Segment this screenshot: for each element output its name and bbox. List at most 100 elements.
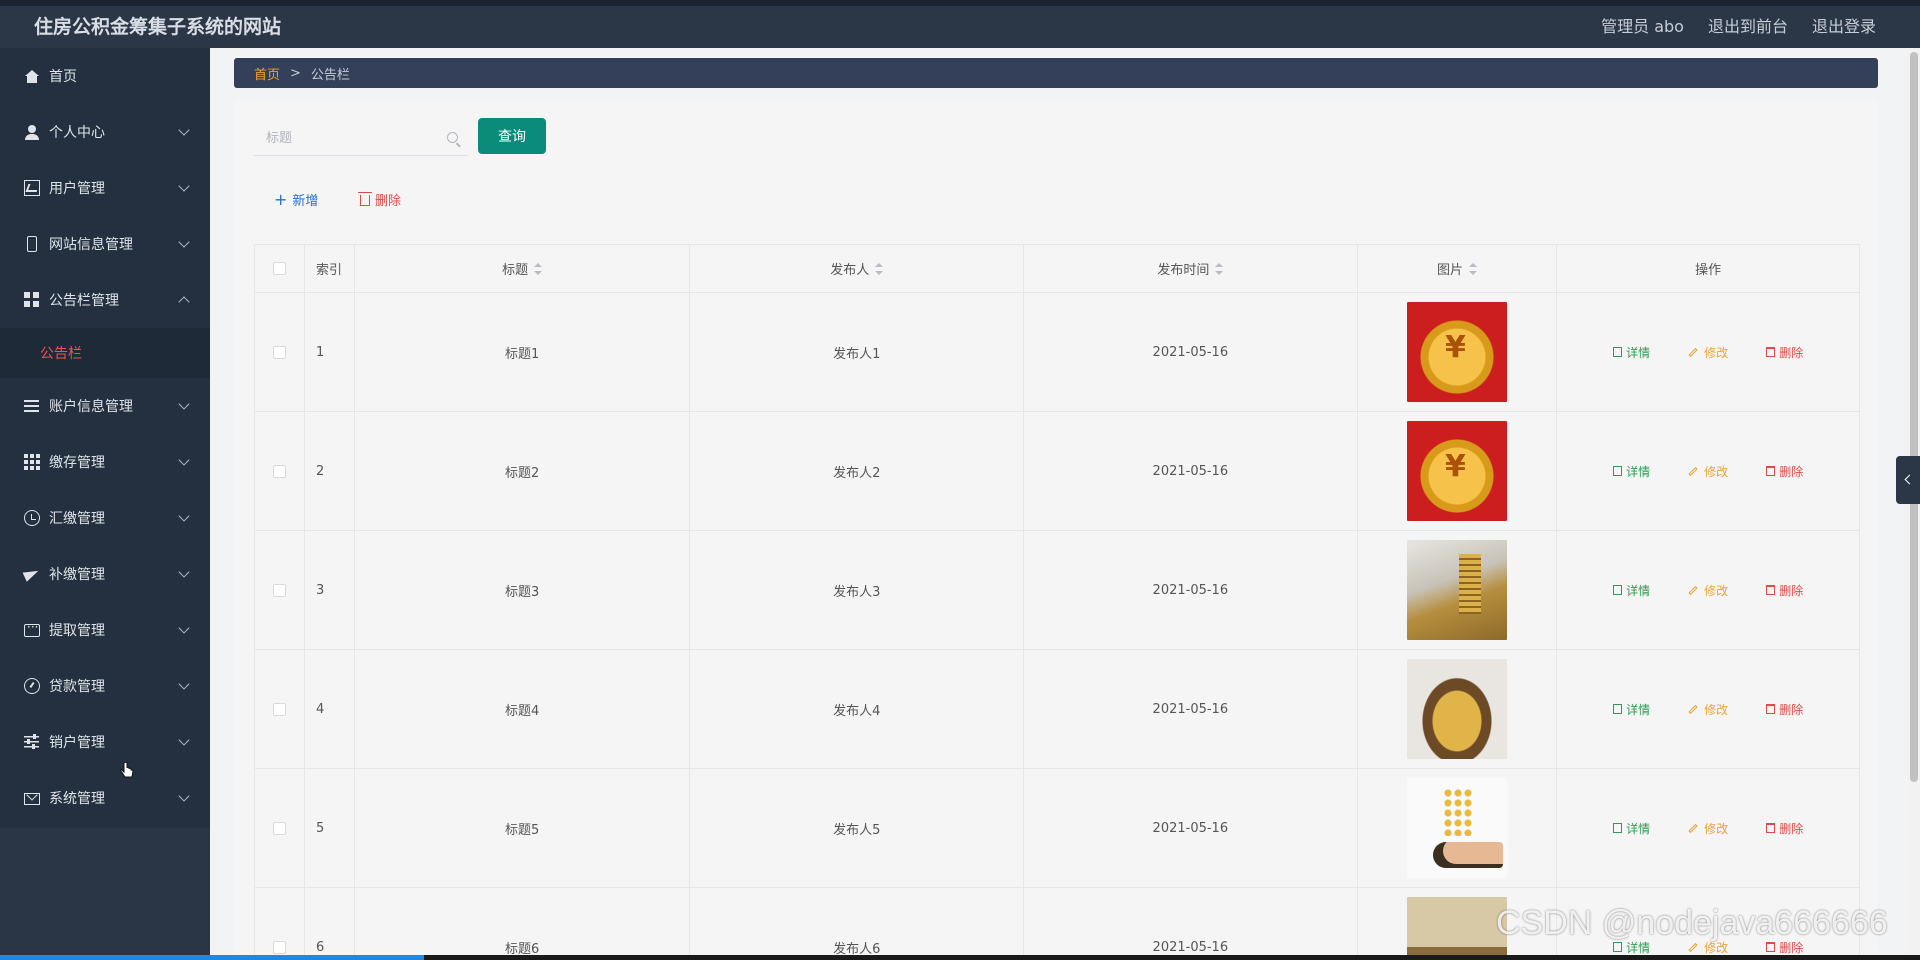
row-checkbox-cell: [255, 888, 305, 959]
row-image-cell: [1358, 531, 1558, 649]
sidebar-item-bulletin-management[interactable]: 公告栏管理: [0, 272, 210, 328]
row-image-cell: [1358, 293, 1558, 411]
header-publisher[interactable]: 发布人: [690, 245, 1025, 292]
detail-label: 详情: [1626, 464, 1651, 479]
search-input[interactable]: [266, 128, 436, 148]
edit-button[interactable]: 修改: [1688, 582, 1728, 599]
query-button[interactable]: 查询: [478, 118, 546, 154]
sidebar-item-withdrawal[interactable]: 提取管理: [0, 602, 210, 658]
edit-icon: [1688, 585, 1698, 595]
row-title: 标题2: [355, 412, 691, 530]
delete-button[interactable]: 删除: [1766, 820, 1803, 837]
document-icon: [1613, 585, 1623, 595]
row-checkbox[interactable]: [272, 940, 286, 954]
bulletin-thumbnail[interactable]: [1407, 897, 1507, 959]
breadcrumb-separator: >: [290, 65, 301, 81]
delete-label: 删除: [1779, 821, 1804, 836]
phone-icon: [27, 236, 37, 252]
row-checkbox-cell: [255, 769, 305, 887]
detail-button[interactable]: 详情: [1613, 463, 1650, 480]
delete-label: 删除: [1779, 464, 1804, 479]
row-index: 1: [305, 293, 355, 411]
delete-button[interactable]: 删除: [1766, 582, 1803, 599]
scrollbar-thumb[interactable]: [1910, 52, 1918, 782]
bulletin-thumbnail[interactable]: [1407, 302, 1507, 402]
delete-label: 删除: [1779, 345, 1804, 360]
header-index: 索引: [305, 245, 355, 292]
row-checkbox[interactable]: [272, 464, 286, 478]
watermark-text: CSDN @nodejava666666: [1496, 904, 1888, 942]
sidebar-item-account-info[interactable]: 账户信息管理: [0, 378, 210, 434]
add-button[interactable]: + 新增: [274, 190, 318, 209]
header-title[interactable]: 标题: [355, 245, 691, 292]
sidebar-item-system[interactable]: 系统管理: [0, 770, 210, 826]
main-content: 首页 > 公告栏 查询 + 新增 删除 索引 标题 发布人 发布时间 图片 操作: [210, 48, 1910, 960]
sidebar-item-user-management[interactable]: 用户管理: [0, 160, 210, 216]
bulletin-thumbnail[interactable]: [1407, 659, 1507, 759]
header-publisher-label: 发布人: [830, 263, 870, 278]
logout-link[interactable]: 退出登录: [1812, 12, 1876, 42]
bulletin-thumbnail[interactable]: [1407, 540, 1507, 640]
bulletin-thumbnail[interactable]: [1407, 421, 1507, 521]
breadcrumb-home[interactable]: 首页: [254, 64, 280, 83]
admin-user-label[interactable]: 管理员 abo: [1601, 12, 1684, 42]
table-row: 3 标题3 发布人3 2021-05-16 详情 修改 删除: [255, 531, 1859, 650]
sidebar-subitem-bulletin[interactable]: 公告栏: [0, 328, 210, 378]
add-button-label: 新增: [292, 194, 319, 209]
chevron-down-icon: [178, 790, 190, 802]
detail-button[interactable]: 详情: [1613, 820, 1650, 837]
chat-icon: [24, 620, 40, 637]
row-title: 标题4: [355, 650, 691, 768]
sidebar-item-deposit[interactable]: 缴存管理: [0, 434, 210, 490]
select-all-checkbox[interactable]: [272, 262, 286, 275]
batch-delete-button[interactable]: 删除: [358, 190, 401, 209]
edit-button[interactable]: 修改: [1688, 463, 1728, 480]
bulletin-thumbnail[interactable]: [1407, 778, 1507, 878]
row-publisher: 发布人2: [690, 412, 1025, 530]
top-bar: 住房公积金筹集子系统的网站 管理员 abo 退出到前台 退出登录: [0, 0, 1920, 48]
row-image-cell: [1358, 412, 1558, 530]
send-icon: [24, 566, 40, 582]
row-checkbox[interactable]: [272, 583, 286, 597]
trash-icon: [358, 192, 372, 206]
home-icon: [24, 68, 40, 84]
edit-button[interactable]: 修改: [1688, 701, 1728, 718]
sidebar-item-label: 用户管理: [49, 181, 105, 197]
detail-label: 详情: [1626, 583, 1651, 598]
plus-icon: +: [274, 189, 288, 209]
detail-button[interactable]: 详情: [1613, 582, 1650, 599]
sidebar-item-personal-center[interactable]: 个人中心: [0, 104, 210, 160]
delete-button[interactable]: 删除: [1766, 463, 1803, 480]
row-checkbox[interactable]: [272, 345, 286, 359]
row-checkbox[interactable]: [272, 821, 286, 835]
sidebar-item-remittance[interactable]: 汇缴管理: [0, 490, 210, 546]
delete-button[interactable]: 删除: [1766, 701, 1803, 718]
delete-button[interactable]: 删除: [1766, 344, 1803, 361]
sidebar-item-supplementary[interactable]: 补缴管理: [0, 546, 210, 602]
breadcrumb: 首页 > 公告栏: [234, 58, 1878, 88]
sort-icon[interactable]: [1469, 262, 1477, 275]
edit-button[interactable]: 修改: [1688, 344, 1728, 361]
sidebar-item-label: 汇缴管理: [49, 511, 105, 527]
detail-button[interactable]: 详情: [1613, 701, 1650, 718]
sidebar-item-loan[interactable]: 贷款管理: [0, 658, 210, 714]
header-publish-time[interactable]: 发布时间: [1024, 245, 1358, 292]
back-to-front-link[interactable]: 退出到前台: [1708, 12, 1788, 42]
sidebar-item-home[interactable]: 首页: [0, 48, 210, 104]
content-panel: 查询 + 新增 删除 索引 标题 发布人 发布时间 图片 操作 1 标题1: [234, 100, 1878, 960]
sidebar-item-site-info[interactable]: 网站信息管理: [0, 216, 210, 272]
row-checkbox[interactable]: [272, 702, 286, 716]
detail-button[interactable]: 详情: [1613, 344, 1650, 361]
edit-button[interactable]: 修改: [1688, 820, 1728, 837]
row-publish-time: 2021-05-16: [1024, 650, 1358, 768]
breadcrumb-current: 公告栏: [310, 67, 350, 83]
sort-icon[interactable]: [1215, 262, 1224, 275]
page-scrollbar[interactable]: [1908, 48, 1920, 960]
sort-icon[interactable]: [534, 262, 543, 275]
row-operations: 详情 修改 删除: [1557, 650, 1859, 768]
chevron-down-icon: [178, 454, 190, 466]
header-image[interactable]: 图片: [1358, 245, 1558, 292]
sidebar-item-account-closure[interactable]: 销户管理: [0, 714, 210, 770]
collapse-panel-handle[interactable]: [1896, 456, 1920, 504]
sort-icon[interactable]: [875, 262, 884, 275]
